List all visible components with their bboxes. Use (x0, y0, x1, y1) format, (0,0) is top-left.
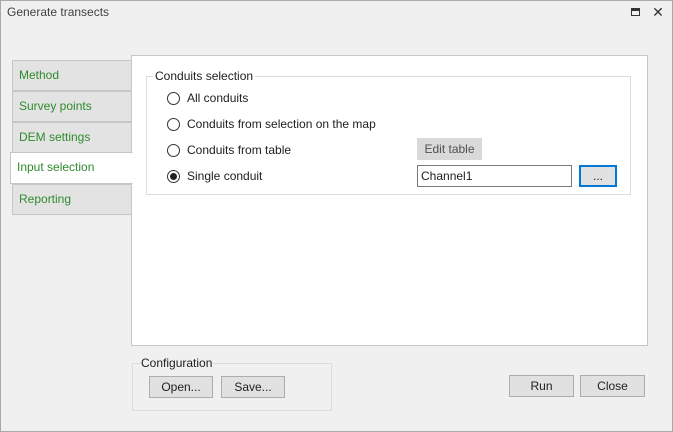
radio-button[interactable] (167, 117, 180, 131)
tab-input-selection[interactable]: Input selection (10, 152, 133, 184)
input-selection-panel: Conduits selection All conduits Conduits… (131, 55, 648, 346)
open-label: Open... (161, 380, 201, 394)
run-label: Run (530, 379, 553, 393)
edit-table-button[interactable]: Edit table (417, 138, 482, 160)
maximize-icon (630, 8, 640, 16)
browse-label: ... (592, 169, 603, 183)
title-bar: Generate transects ✕ (1, 1, 672, 23)
close-icon: ✕ (652, 4, 664, 20)
configuration-legend: Configuration (140, 356, 214, 370)
run-button[interactable]: Run (509, 375, 574, 397)
radio-label: Conduits from selection on the map (187, 117, 376, 131)
radio-all-conduits[interactable]: All conduits (167, 90, 248, 106)
edit-table-label: Edit table (424, 142, 475, 156)
radio-label: All conduits (187, 91, 249, 105)
save-label: Save... (234, 380, 272, 394)
radio-label: Single conduit (187, 169, 263, 183)
maximize-button[interactable] (626, 3, 644, 21)
close-button[interactable]: Close (580, 375, 645, 397)
tab-label: Reporting (19, 192, 72, 206)
window-title: Generate transects (7, 5, 110, 19)
save-config-button[interactable]: Save... (221, 376, 285, 398)
tab-reporting[interactable]: Reporting (12, 184, 132, 215)
single-conduit-value: Channel1 (421, 169, 473, 183)
conduits-selection-group: Conduits selection All conduits Conduits… (146, 69, 631, 195)
radio-single-conduit[interactable]: Single conduit (167, 168, 262, 184)
tab-method[interactable]: Method (12, 60, 132, 91)
tab-label: Method (19, 68, 60, 82)
tab-label: Input selection (17, 160, 95, 174)
conduits-selection-legend: Conduits selection (153, 69, 256, 83)
open-config-button[interactable]: Open... (149, 376, 213, 398)
radio-conduits-from-table[interactable]: Conduits from table (167, 142, 291, 158)
single-conduit-input[interactable]: Channel1 (417, 165, 572, 187)
tab-label: DEM settings (19, 130, 91, 144)
radio-button-selected[interactable] (167, 169, 180, 183)
radio-button[interactable] (167, 91, 180, 105)
tab-dem-settings[interactable]: DEM settings (12, 122, 132, 153)
configuration-group: Configuration Open... Save... (132, 356, 332, 411)
radio-conduits-from-selection[interactable]: Conduits from selection on the map (167, 116, 376, 132)
radio-button[interactable] (167, 143, 180, 157)
tab-survey-points-settings[interactable]: Survey points settings (12, 91, 132, 142)
generate-transects-window: Generate transects ✕ Method Survey point… (0, 0, 673, 432)
close-label: Close (597, 379, 628, 393)
close-window-button[interactable]: ✕ (649, 3, 667, 21)
browse-conduit-button[interactable]: ... (579, 165, 617, 187)
radio-dot (170, 172, 177, 180)
radio-label: Conduits from table (187, 143, 292, 157)
